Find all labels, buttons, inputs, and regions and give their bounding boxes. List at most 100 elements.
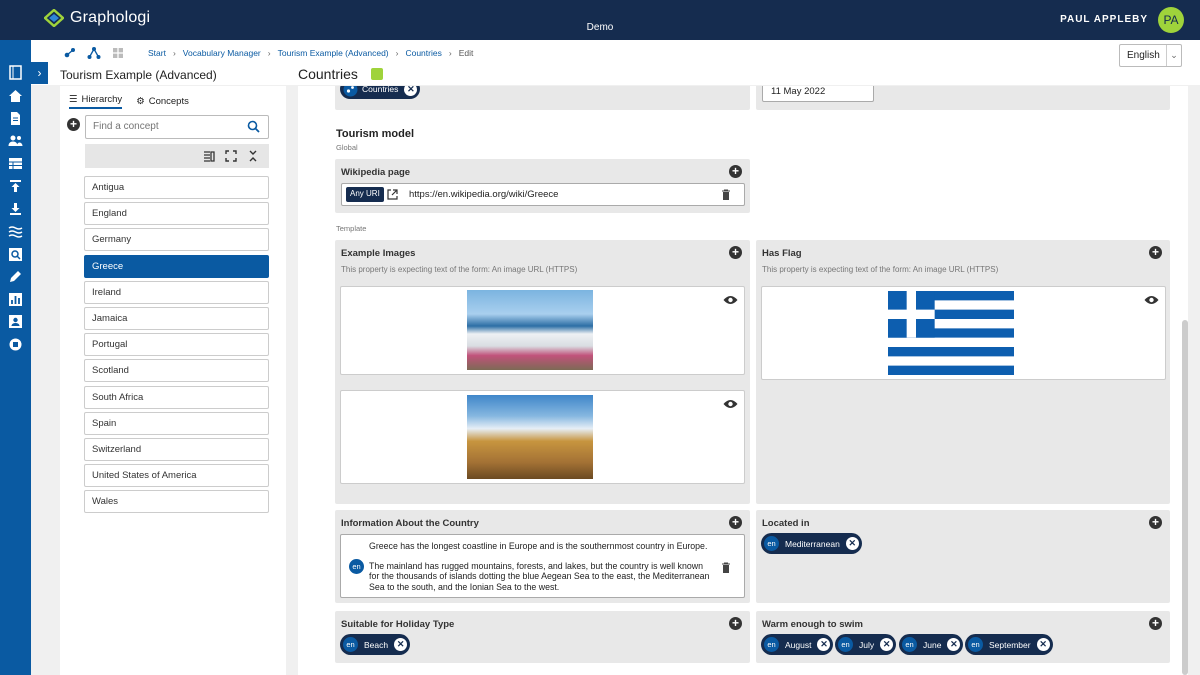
remove-chip-icon[interactable]: ✕: [845, 537, 859, 550]
chip-language: en: [902, 637, 917, 652]
wikipedia-panel: Wikipedia page + Any URI https://en.wiki…: [335, 159, 750, 213]
concept-item[interactable]: Spain: [84, 411, 269, 435]
santorini-image: [467, 290, 593, 370]
remove-chip-icon[interactable]: ✕: [1036, 638, 1050, 651]
waves-icon[interactable]: [8, 224, 23, 239]
concept-item[interactable]: Germany: [84, 228, 269, 252]
upload-icon[interactable]: [8, 179, 23, 194]
grid-icon[interactable]: [111, 46, 125, 60]
remove-chip-icon[interactable]: ✕: [880, 638, 894, 651]
graph-icon[interactable]: [63, 46, 77, 60]
table-icon[interactable]: [8, 156, 23, 171]
page-title: Countries: [298, 66, 358, 82]
chip-language: en: [764, 536, 779, 551]
concept-item[interactable]: Portugal: [84, 333, 269, 357]
chip-label: July: [859, 639, 875, 650]
concept-item[interactable]: South Africa: [84, 385, 269, 409]
tourism-model-scope: Global: [336, 143, 358, 152]
trash-icon[interactable]: [721, 189, 731, 200]
information-entry[interactable]: en Greece has the longest coastline in E…: [340, 534, 745, 598]
home-icon[interactable]: [8, 88, 23, 103]
recycle-icon[interactable]: [371, 68, 383, 80]
chip-label: Mediterranean: [785, 538, 840, 549]
add-information-button[interactable]: +: [729, 516, 742, 529]
add-wikipedia-button[interactable]: +: [729, 165, 742, 178]
month-chip-july[interactable]: en July ✕: [835, 634, 897, 655]
concept-item[interactable]: Scotland: [84, 359, 269, 383]
search-document-icon[interactable]: [8, 247, 23, 262]
tab-concepts-label: Concepts: [148, 96, 189, 107]
tab-hierarchy-label: Hierarchy: [81, 94, 123, 105]
details-icon[interactable]: [203, 150, 215, 162]
bar-chart-icon[interactable]: [8, 292, 23, 307]
add-holiday-type-button[interactable]: +: [729, 617, 742, 630]
concept-item[interactable]: Ireland: [84, 280, 269, 304]
image-card-santorini: [340, 286, 745, 375]
search-icon[interactable]: [247, 120, 260, 133]
countries-chip[interactable]: Countries ✕: [340, 86, 421, 99]
concept-item[interactable]: Wales: [84, 490, 269, 514]
users-icon[interactable]: [8, 133, 23, 148]
book-icon[interactable]: [8, 65, 23, 80]
language-select[interactable]: English ⌄: [1119, 44, 1182, 67]
download-icon[interactable]: [8, 201, 23, 216]
concept-item[interactable]: Jamaica: [84, 306, 269, 330]
breadcrumb-start[interactable]: Start: [148, 48, 166, 58]
concept-item[interactable]: Switzerland: [84, 437, 269, 461]
eye-icon[interactable]: [1144, 295, 1159, 305]
concept-item[interactable]: England: [84, 202, 269, 226]
vocabulary-title: Tourism Example (Advanced): [60, 68, 217, 82]
month-chip-august[interactable]: en August ✕: [761, 634, 834, 655]
search-input[interactable]: [93, 121, 233, 132]
chip-language: en: [764, 637, 779, 652]
avatar[interactable]: PA: [1158, 7, 1184, 33]
add-month-button[interactable]: +: [1149, 617, 1162, 630]
language-badge: en: [349, 559, 364, 574]
eye-icon[interactable]: [723, 295, 738, 305]
external-link-icon[interactable]: [387, 189, 398, 200]
user-name[interactable]: PAUL APPLEBY: [1060, 14, 1148, 25]
information-label: Information About the Country: [341, 518, 479, 529]
contact-card-icon[interactable]: [8, 314, 23, 329]
scrollbar[interactable]: [1182, 320, 1188, 675]
date-field[interactable]: 11 May 2022: [762, 86, 874, 102]
tree-toolbar: [85, 144, 269, 168]
main-content: Countries ✕ 11 May 2022 Tourism model Gl…: [298, 86, 1188, 675]
settings-chip-icon[interactable]: [8, 337, 23, 352]
concepts-icon: ⚙: [136, 96, 145, 107]
hierarchy-graph-icon[interactable]: [87, 46, 101, 60]
left-nav-rail: [0, 40, 31, 675]
expand-icon[interactable]: [225, 150, 237, 162]
month-chip-september[interactable]: en September ✕: [965, 634, 1053, 655]
concept-item[interactable]: Greece: [84, 254, 269, 278]
pencil-icon[interactable]: [8, 269, 23, 284]
remove-chip-icon[interactable]: ✕: [817, 638, 831, 651]
add-flag-button[interactable]: +: [1149, 246, 1162, 259]
document-icon[interactable]: [8, 111, 23, 126]
acropolis-image: [467, 395, 593, 479]
remove-chip-icon[interactable]: ✕: [404, 86, 418, 96]
collapse-all-icon[interactable]: [247, 150, 259, 162]
eye-icon[interactable]: [723, 399, 738, 409]
tab-hierarchy[interactable]: ☰ Hierarchy: [69, 94, 123, 109]
holiday-chip[interactable]: en Beach ✕: [340, 634, 411, 655]
concept-item[interactable]: Antigua: [84, 176, 269, 199]
panel-toggle-button[interactable]: ›: [31, 62, 48, 84]
breadcrumb-countries[interactable]: Countries: [405, 48, 441, 58]
date-panel: 11 May 2022: [756, 86, 1170, 110]
project-name: Demo: [586, 22, 614, 33]
trash-icon[interactable]: [721, 562, 731, 573]
add-example-image-button[interactable]: +: [729, 246, 742, 259]
add-concept-button[interactable]: +: [67, 118, 80, 131]
location-chip[interactable]: en Mediterranean ✕: [761, 533, 862, 554]
remove-chip-icon[interactable]: ✕: [394, 638, 408, 651]
concept-item[interactable]: United States of America: [84, 464, 269, 488]
tab-concepts[interactable]: ⚙ Concepts: [136, 94, 189, 109]
search-box: [85, 115, 269, 139]
wikipedia-url[interactable]: https://en.wikipedia.org/wiki/Greece: [409, 189, 558, 200]
breadcrumb-tourism-example[interactable]: Tourism Example (Advanced): [278, 48, 389, 58]
month-chip-june[interactable]: en June ✕: [899, 634, 964, 655]
remove-chip-icon[interactable]: ✕: [947, 638, 961, 651]
breadcrumb-vocabulary-manager[interactable]: Vocabulary Manager: [183, 48, 261, 58]
add-location-button[interactable]: +: [1149, 516, 1162, 529]
